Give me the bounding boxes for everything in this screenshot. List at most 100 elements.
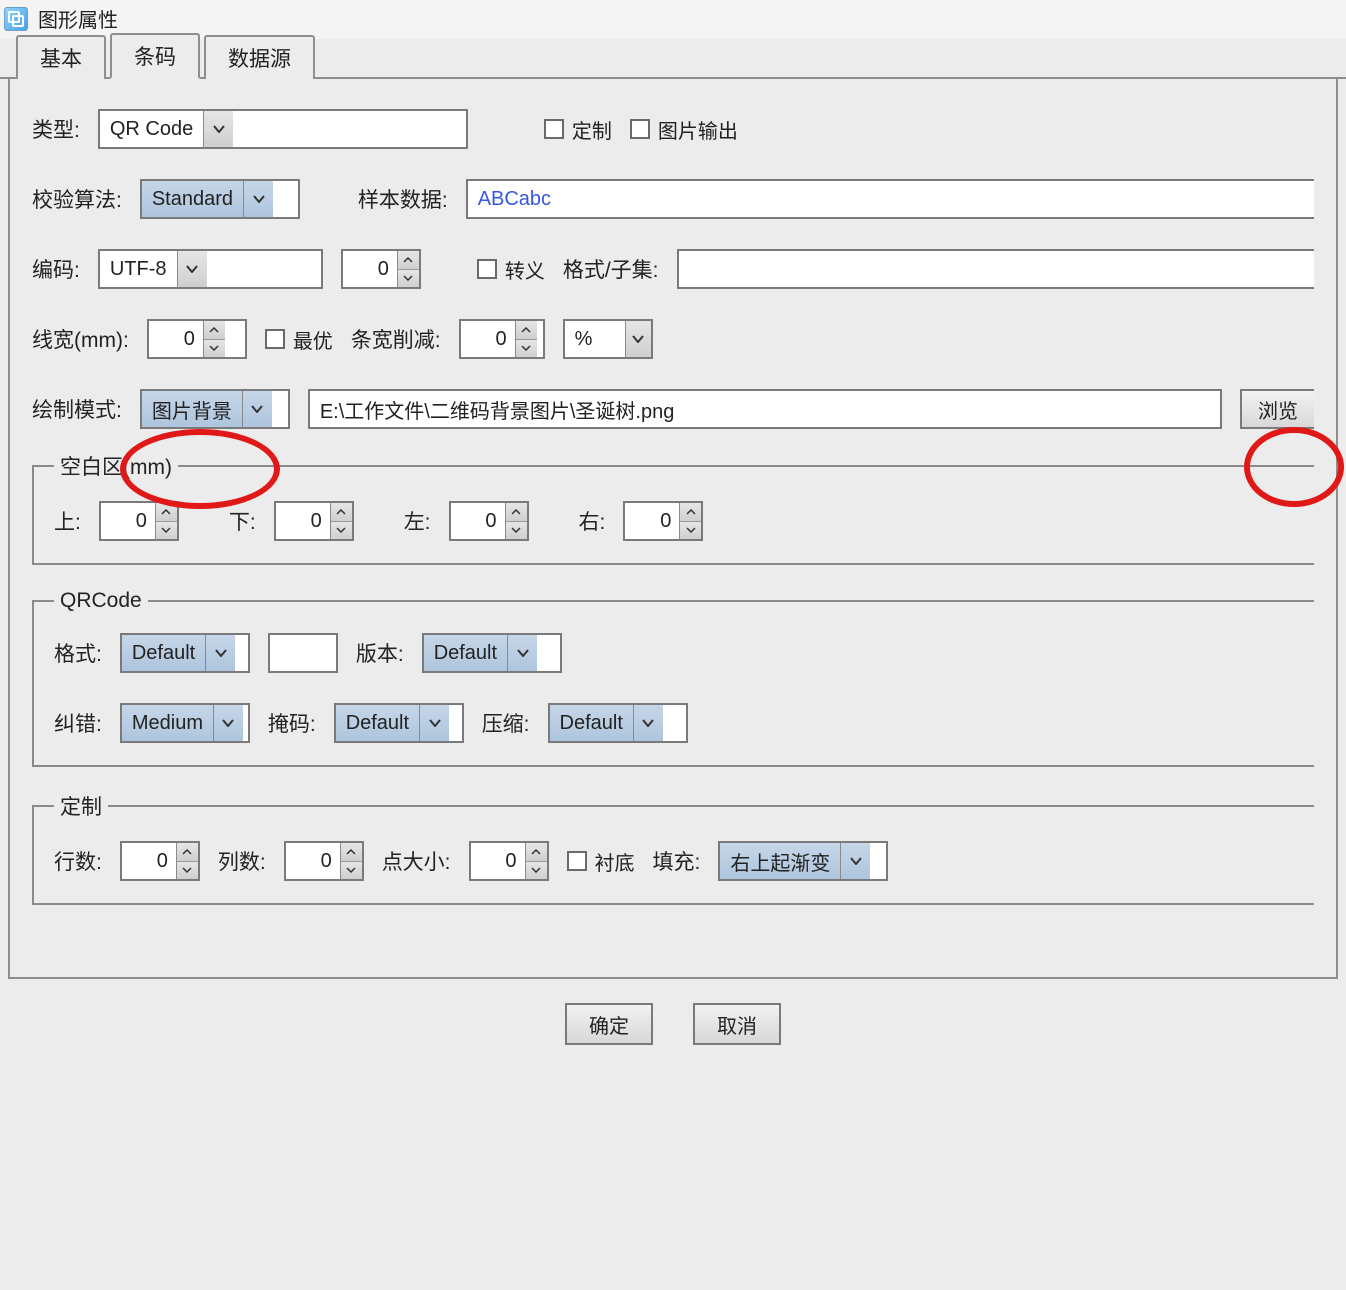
- checkbox-icon: [544, 119, 564, 139]
- encoding-combo[interactable]: UTF-8: [98, 249, 323, 289]
- chevron-down-icon[interactable]: [341, 862, 362, 880]
- custom-checkbox-label: 定制: [572, 115, 612, 144]
- chevron-up-icon[interactable]: [506, 503, 527, 522]
- cols-spin[interactable]: 0: [284, 841, 364, 881]
- chevron-down-icon[interactable]: [156, 522, 177, 540]
- underlay-checkbox[interactable]: 衬底: [567, 847, 635, 876]
- chevron-down-icon[interactable]: [213, 705, 243, 741]
- chevron-down-icon[interactable]: [633, 705, 663, 741]
- chevron-up-icon[interactable]: [341, 843, 362, 862]
- checkbox-icon: [265, 329, 285, 349]
- chevron-down-icon[interactable]: [507, 635, 537, 671]
- custom-legend: 定制: [54, 791, 108, 821]
- dot-size-spin[interactable]: 0: [469, 841, 549, 881]
- label-sample-data: 样本数据:: [358, 184, 448, 214]
- label-dot-size: 点大小:: [382, 846, 451, 876]
- chevron-up-icon[interactable]: [177, 843, 198, 862]
- chevron-down-icon[interactable]: [506, 522, 527, 540]
- quiet-right-spin[interactable]: 0: [623, 501, 703, 541]
- checkbox-icon: [567, 851, 587, 871]
- chevron-down-icon[interactable]: [242, 391, 272, 427]
- chevron-up-icon[interactable]: [516, 321, 537, 340]
- type-combo[interactable]: QR Code: [98, 109, 468, 149]
- type-combo-value: QR Code: [100, 111, 203, 147]
- chevron-down-icon[interactable]: [680, 522, 701, 540]
- chevron-down-icon[interactable]: [177, 251, 207, 287]
- optimal-label: 最优: [293, 325, 333, 354]
- chevron-up-icon[interactable]: [680, 503, 701, 522]
- label-version: 版本:: [356, 638, 404, 668]
- quiet-zone-legend: 空白区(mm): [54, 451, 178, 481]
- image-output-checkbox[interactable]: 图片输出: [630, 115, 738, 144]
- chevron-down-icon[interactable]: [243, 181, 273, 217]
- fill-combo[interactable]: 右上起渐变: [718, 841, 888, 881]
- chevron-down-icon[interactable]: [516, 340, 537, 358]
- encoding-spin-value: 0: [343, 251, 397, 287]
- rows-spin[interactable]: 0: [120, 841, 200, 881]
- qr-format-combo[interactable]: Default: [120, 633, 250, 673]
- chevron-up-icon[interactable]: [331, 503, 352, 522]
- chevron-down-icon[interactable]: [203, 111, 233, 147]
- escape-label: 转义: [505, 255, 545, 284]
- label-format-subset: 格式/子集:: [563, 254, 659, 284]
- chevron-down-icon[interactable]: [204, 340, 225, 358]
- qr-mask-combo[interactable]: Default: [334, 703, 464, 743]
- checkbox-icon: [630, 119, 650, 139]
- sample-data-input[interactable]: ABCabc: [466, 179, 1314, 219]
- quiet-left-spin[interactable]: 0: [449, 501, 529, 541]
- custom-group: 定制 行数: 0 列数: 0 点大小: 0 衬底 填充: 右上起渐变: [32, 791, 1314, 905]
- chevron-down-icon[interactable]: [398, 270, 419, 288]
- qr-format-extra-input[interactable]: [268, 633, 338, 673]
- browse-button[interactable]: 浏览: [1240, 389, 1314, 429]
- chevron-down-icon[interactable]: [177, 862, 198, 880]
- cancel-button[interactable]: 取消: [693, 1003, 781, 1045]
- checksum-value: Standard: [142, 181, 243, 217]
- quiet-bottom-spin[interactable]: 0: [274, 501, 354, 541]
- quiet-top-spin[interactable]: 0: [99, 501, 179, 541]
- format-subset-input[interactable]: [677, 249, 1314, 289]
- chevron-down-icon[interactable]: [526, 862, 547, 880]
- qrcode-group: QRCode 格式: Default 版本: Default 纠错: Mediu…: [32, 589, 1314, 767]
- chevron-up-icon[interactable]: [204, 321, 225, 340]
- chevron-down-icon[interactable]: [419, 705, 449, 741]
- draw-mode-value: 图片背景: [142, 391, 242, 427]
- draw-mode-path-input[interactable]: E:\工作文件\二维码背景图片\圣诞树.png: [308, 389, 1222, 429]
- escape-checkbox[interactable]: 转义: [477, 255, 545, 284]
- checkbox-icon: [477, 259, 497, 279]
- chevron-up-icon[interactable]: [156, 503, 177, 522]
- label-bottom: 下:: [229, 506, 256, 536]
- encoding-spin[interactable]: 0: [341, 249, 421, 289]
- bar-reduce-unit-combo[interactable]: %: [563, 319, 653, 359]
- ok-button[interactable]: 确定: [565, 1003, 653, 1045]
- label-left: 左:: [404, 506, 431, 536]
- qr-compress-combo[interactable]: Default: [548, 703, 688, 743]
- label-format: 格式:: [54, 638, 102, 668]
- label-draw-mode: 绘制模式:: [32, 394, 122, 424]
- qr-ecc-combo[interactable]: Medium: [120, 703, 250, 743]
- label-fill: 填充:: [653, 846, 701, 876]
- bar-reduce-spin[interactable]: 0: [459, 319, 545, 359]
- draw-mode-combo[interactable]: 图片背景: [140, 389, 290, 429]
- line-width-spin[interactable]: 0: [147, 319, 247, 359]
- chevron-down-icon[interactable]: [840, 843, 870, 879]
- label-checksum: 校验算法:: [32, 184, 122, 214]
- tab-basic[interactable]: 基本: [16, 35, 106, 79]
- chevron-up-icon[interactable]: [398, 251, 419, 270]
- label-rows: 行数:: [54, 846, 102, 876]
- optimal-checkbox[interactable]: 最优: [265, 325, 333, 354]
- image-output-label: 图片输出: [658, 115, 738, 144]
- custom-checkbox[interactable]: 定制: [544, 115, 612, 144]
- qrcode-legend: QRCode: [54, 589, 148, 613]
- chevron-down-icon[interactable]: [205, 635, 235, 671]
- tabstrip: 基本 条码 数据源: [0, 39, 1346, 79]
- chevron-down-icon[interactable]: [331, 522, 352, 540]
- qr-version-combo[interactable]: Default: [422, 633, 562, 673]
- bar-reduce-unit-value: %: [565, 321, 625, 357]
- checksum-combo[interactable]: Standard: [140, 179, 300, 219]
- underlay-label: 衬底: [595, 847, 635, 876]
- chevron-up-icon[interactable]: [526, 843, 547, 862]
- tab-datasource[interactable]: 数据源: [204, 35, 315, 79]
- tab-barcode[interactable]: 条码: [110, 33, 200, 79]
- chevron-down-icon[interactable]: [625, 321, 651, 357]
- dialog-buttons: 确定 取消: [0, 979, 1346, 1075]
